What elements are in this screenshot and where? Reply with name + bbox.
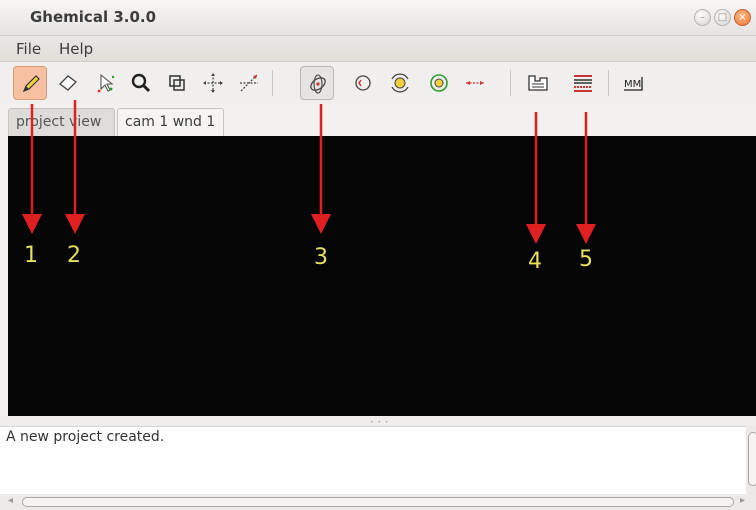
vertical-scrollbar[interactable] xyxy=(746,426,756,494)
tab-cam-1-wnd-1[interactable]: cam 1 wnd 1 xyxy=(117,108,224,136)
translate-xy-icon xyxy=(203,73,223,93)
rotate-z-tool-button[interactable] xyxy=(422,66,456,100)
maximize-button[interactable]: □ xyxy=(714,9,731,26)
horizontal-scroll-thumb[interactable] xyxy=(22,497,734,507)
bond-type-icon xyxy=(574,75,592,92)
menu-bar: File Help xyxy=(0,36,756,62)
menu-file[interactable]: File xyxy=(16,40,41,58)
scroll-right-icon[interactable]: ▸ xyxy=(740,495,745,506)
select-atoms-icon xyxy=(97,73,115,93)
tab-label: project view xyxy=(16,114,102,130)
close-button[interactable]: × xyxy=(734,9,751,26)
element-tool-button[interactable] xyxy=(521,66,555,100)
log-message: A new project created. xyxy=(6,429,165,445)
tab-project-view[interactable]: project view xyxy=(8,108,115,136)
mm-label: MM xyxy=(624,79,641,90)
zoom-tool-button[interactable] xyxy=(124,66,158,100)
measure-icon xyxy=(466,81,484,85)
rotate-xy-tool-button[interactable] xyxy=(383,66,417,100)
eraser-icon xyxy=(59,75,77,91)
3d-viewport[interactable] xyxy=(8,136,756,416)
draw-tool-button[interactable] xyxy=(13,66,47,100)
pane-splitter[interactable]: • • • xyxy=(0,416,756,426)
molecular-mechanics-button[interactable]: MM xyxy=(617,66,651,100)
orbit-z-tool-button[interactable] xyxy=(346,66,380,100)
scroll-left-icon[interactable]: ◂ xyxy=(8,495,13,506)
splitter-grip-icon: • • • xyxy=(370,419,390,426)
vertical-scroll-thumb[interactable] xyxy=(748,432,756,486)
toolbar-separator xyxy=(608,70,609,96)
minimize-button[interactable]: – xyxy=(694,9,711,26)
rotate-z-icon xyxy=(430,74,448,92)
molecular-mechanics-icon: MM xyxy=(624,77,643,91)
log-panel: A new project created. xyxy=(0,426,746,494)
element-table-icon xyxy=(528,75,548,91)
rotate-xy-icon xyxy=(391,73,409,93)
toolbar-separator xyxy=(272,70,273,96)
tab-label: cam 1 wnd 1 xyxy=(125,114,216,130)
orbit-xy-icon xyxy=(310,74,326,94)
horizontal-scrollbar[interactable]: ◂ ▸ xyxy=(0,494,756,510)
orbit-xy-tool-button[interactable] xyxy=(300,66,334,100)
toolbar-separator xyxy=(510,70,511,96)
clipping-tool-button[interactable] xyxy=(160,66,194,100)
title-bar: Ghemical 3.0.0 – □ × xyxy=(0,0,756,36)
erase-tool-button[interactable] xyxy=(51,66,85,100)
pencil-draw-icon xyxy=(22,75,40,93)
translate-z-tool-button[interactable] xyxy=(232,66,266,100)
orbit-z-icon xyxy=(355,75,371,91)
measure-tool-button[interactable] xyxy=(458,66,492,100)
window-title: Ghemical 3.0.0 xyxy=(30,8,157,26)
translate-xy-tool-button[interactable] xyxy=(196,66,230,100)
translate-z-icon xyxy=(240,74,258,92)
zoom-icon xyxy=(131,73,151,93)
select-tool-button[interactable] xyxy=(88,66,122,100)
tab-bar: project view cam 1 wnd 1 xyxy=(0,104,756,136)
menu-help[interactable]: Help xyxy=(59,40,93,58)
toolbar: MM xyxy=(0,62,756,104)
clipping-icon xyxy=(169,75,185,91)
bondtype-tool-button[interactable] xyxy=(566,66,600,100)
